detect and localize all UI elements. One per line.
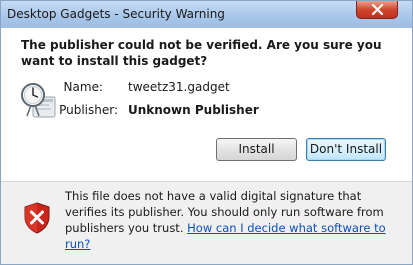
publisher-label: Publisher: — [59, 103, 118, 117]
security-warning-dialog: Desktop Gadgets - Security Warning The p… — [0, 0, 413, 265]
close-icon — [371, 4, 384, 15]
name-value: tweetz31.gadget — [128, 80, 230, 94]
name-label: Name: — [63, 80, 103, 94]
warning-heading: The publisher could not be verified. Are… — [21, 38, 382, 68]
install-button[interactable]: Install — [216, 138, 297, 161]
title-bar[interactable]: Desktop Gadgets - Security Warning — [1, 1, 412, 28]
warning-footer: This file does not have a valid digital … — [1, 182, 412, 264]
footer-message: This file does not have a valid digital … — [65, 188, 395, 252]
shield-warning-icon — [24, 202, 50, 234]
close-button[interactable] — [356, 1, 398, 19]
dont-install-button[interactable]: Don't Install — [306, 138, 386, 161]
publisher-value: Unknown Publisher — [128, 103, 259, 117]
window-title: Desktop Gadgets - Security Warning — [7, 7, 225, 21]
